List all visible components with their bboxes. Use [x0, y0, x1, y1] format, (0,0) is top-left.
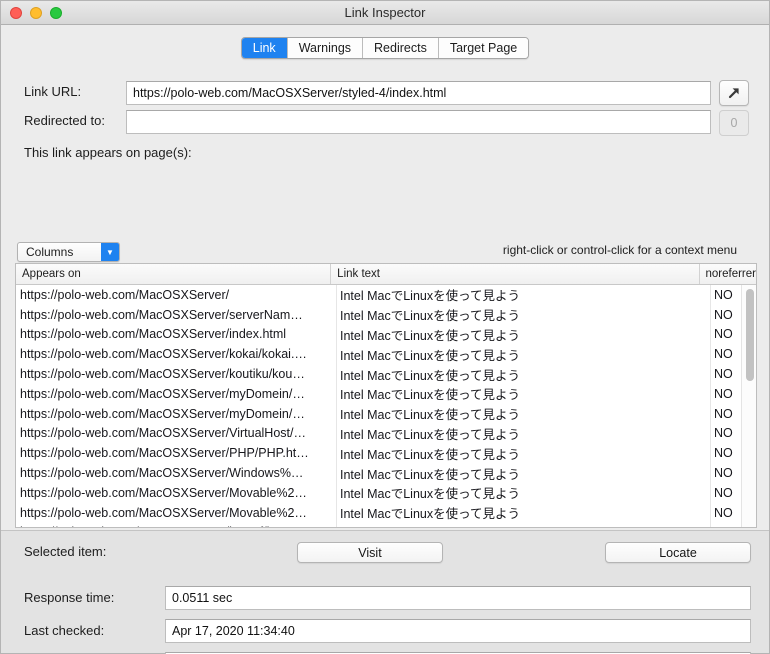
column-header-noreferrer[interactable]: noreferrer — [700, 264, 757, 284]
table-row[interactable]: https://polo-web.com/MacOSXServer/koutik… — [16, 364, 756, 384]
table-row[interactable]: https://polo-web.com/MacOSXServer/index.… — [16, 325, 756, 345]
table-row[interactable]: https://polo-web.com/MacOSXServer/kokai/… — [16, 344, 756, 364]
cell-link-text: Intel MacでLinuxを使って見よう — [340, 328, 520, 343]
column-header-link-text[interactable]: Link text — [331, 264, 700, 284]
table-scrollbar-thumb[interactable] — [746, 289, 754, 381]
table-row[interactable]: https://polo-web.com/MacOSXServer/Virtua… — [16, 424, 756, 444]
cell-appears-on: https://polo-web.com/MacOSXServer/ — [20, 287, 230, 302]
details-panel: Selected item: Visit Locate Response tim… — [1, 530, 769, 654]
table-row[interactable]: https://polo-web.com/MacOSXServer/PHP/PH… — [16, 443, 756, 463]
columns-dropdown-label: Columns — [26, 245, 74, 259]
context-menu-hint: right-click or control-click for a conte… — [502, 243, 737, 257]
cell-appears-on: https://polo-web.com/MacOSXServer/kokai/… — [20, 347, 307, 362]
table-row[interactable]: https://polo-web.com/MacOSXServer/myDome… — [16, 384, 756, 404]
cell-link-text: Intel MacでLinuxを使って見よう — [340, 507, 520, 522]
redirected-to-row: Redirected to: 0 — [1, 110, 769, 136]
chevron-down-icon: ▼ — [101, 243, 119, 261]
redirected-to-input[interactable] — [126, 110, 711, 134]
table-row[interactable]: https://polo-web.com/MacOSXServer/Window… — [16, 463, 756, 483]
link-tab-content: Link URL: https://polo-web.com/MacOSXSer… — [1, 70, 769, 654]
last-checked-value: Apr 17, 2020 11:34:40 — [165, 619, 751, 643]
last-checked-label: Last checked: — [24, 623, 105, 638]
cell-link-text: Intel MacでLinuxを使って見よう — [340, 427, 520, 442]
table-row[interactable]: https://polo-web.com/MacOSXServer/Intel … — [16, 285, 756, 305]
column-divider-2 — [710, 285, 711, 527]
cell-appears-on: https://polo-web.com/MacOSXServer/Movabl… — [20, 485, 307, 500]
cell-appears-on: https://polo-web.com/MacOSXServer/index.… — [20, 327, 287, 342]
cell-appears-on: https://polo-web.com/MacOSXServer/Virtua… — [20, 426, 306, 441]
cell-link-text: Intel MacでLinuxを使って見よう — [336, 523, 710, 528]
column-header-appears-on[interactable]: Appears on — [16, 264, 332, 284]
cell-link-text: Intel MacでLinuxを使って見よう — [340, 447, 520, 462]
window-title: Link Inspector — [344, 5, 426, 20]
locate-button[interactable]: Locate — [605, 542, 751, 563]
table-scrollbar[interactable] — [741, 285, 756, 527]
pages-table: Appears on Link text noreferrer https://… — [15, 263, 757, 528]
cell-appears-on: https://polo-web.com/MacOSXServer/Movabl… — [20, 505, 307, 520]
tab-target-page[interactable]: Target Page — [438, 37, 529, 58]
table-row[interactable]: https://polo-web.com/MacOSXServer/Movabl… — [16, 483, 756, 503]
tab-link[interactable]: Link — [241, 37, 288, 58]
table-header-row: Appears on Link text noreferrer — [16, 264, 756, 285]
table-row[interactable]: https://polo-web.com/MacOSXServer/Movabl… — [16, 503, 756, 523]
visit-button[interactable]: Visit — [297, 542, 443, 563]
tab-bar: Link Warnings Redirects Target Page — [1, 25, 769, 70]
tab-redirects[interactable]: Redirects — [363, 37, 439, 58]
cell-appears-on: https://polo-web.com/MacOSXServer/myDome… — [20, 406, 305, 421]
cell-link-text: Intel MacでLinuxを使って見よう — [340, 289, 520, 304]
cell-link-text: Intel MacでLinuxを使って見よう — [340, 368, 520, 383]
cell-appears-on: https://polo-web.com/MacOSXServer/PHP/PH… — [20, 446, 309, 461]
title-bar: Link Inspector — [1, 1, 769, 25]
column-divider-1 — [336, 285, 337, 527]
cell-link-text: Intel MacでLinuxを使って見よう — [340, 348, 520, 363]
external-link-arrow-icon — [728, 88, 739, 99]
open-link-button[interactable] — [719, 80, 749, 106]
cell-appears-on: https://polo-web.com/MacOSXServer/myDome… — [20, 386, 305, 401]
tab-warnings[interactable]: Warnings — [287, 37, 364, 58]
redirected-to-label: Redirected to: — [24, 113, 105, 128]
response-time-label: Response time: — [24, 590, 115, 605]
response-time-value: 0.0511 sec — [165, 586, 751, 610]
link-inspector-window: Link Inspector Link Warnings Redirects T… — [0, 0, 770, 654]
cell-link-text: Intel MacでLinuxを使って見よう — [340, 309, 520, 324]
table-body[interactable]: https://polo-web.com/MacOSXServer/Intel … — [16, 285, 756, 528]
table-row[interactable]: https://polo-web.com/MacOSXServer/server… — [16, 305, 756, 325]
tab-group: Link Warnings Redirects Target Page — [240, 36, 530, 59]
link-url-input[interactable]: https://polo-web.com/MacOSXServer/styled… — [126, 81, 711, 105]
cell-link-text: Intel MacでLinuxを使って見よう — [340, 467, 520, 482]
appears-on-pages-label: This link appears on page(s): — [24, 145, 192, 160]
table-row[interactable]: https://polo-web.com/MacOSXServer/htconf… — [16, 523, 756, 528]
selected-item-label: Selected item: — [24, 544, 107, 559]
cell-appears-on: https://polo-web.com/MacOSXServer/server… — [20, 307, 303, 322]
cell-appears-on: https://polo-web.com/MacOSXServer/htconf… — [16, 523, 336, 527]
cell-appears-on: https://polo-web.com/MacOSXServer/koutik… — [20, 367, 305, 382]
cell-link-text: Intel MacでLinuxを使って見よう — [340, 408, 520, 423]
cell-link-text: Intel MacでLinuxを使って見よう — [340, 487, 520, 502]
table-row[interactable]: https://polo-web.com/MacOSXServer/myDome… — [16, 404, 756, 424]
columns-dropdown[interactable]: Columns ▼ — [17, 242, 120, 262]
cell-link-text: Intel MacでLinuxを使って見よう — [340, 388, 520, 403]
cell-appears-on: https://polo-web.com/MacOSXServer/Window… — [20, 466, 304, 481]
link-url-label: Link URL: — [24, 84, 82, 99]
link-url-row: Link URL: https://polo-web.com/MacOSXSer… — [1, 80, 769, 106]
redirect-count-button: 0 — [719, 110, 749, 136]
